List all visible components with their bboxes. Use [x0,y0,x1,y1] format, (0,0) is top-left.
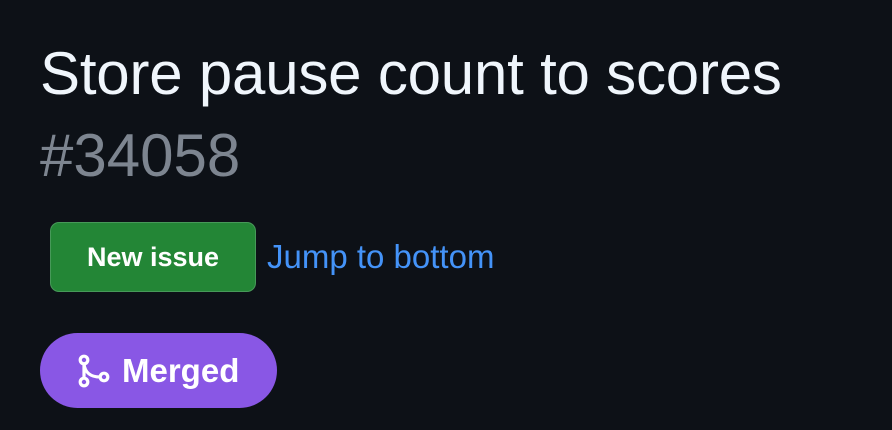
state-label: Merged [122,351,240,389]
jump-to-bottom-link[interactable]: Jump to bottom [267,238,494,276]
new-issue-button[interactable]: New issue [50,222,256,292]
git-merge-icon [75,353,111,389]
pr-title: Store pause count to scores [40,40,782,107]
pr-number: #34058 [40,122,241,189]
state-badge: Merged [40,333,277,408]
header-actions: New issue Jump to bottom [50,222,494,292]
